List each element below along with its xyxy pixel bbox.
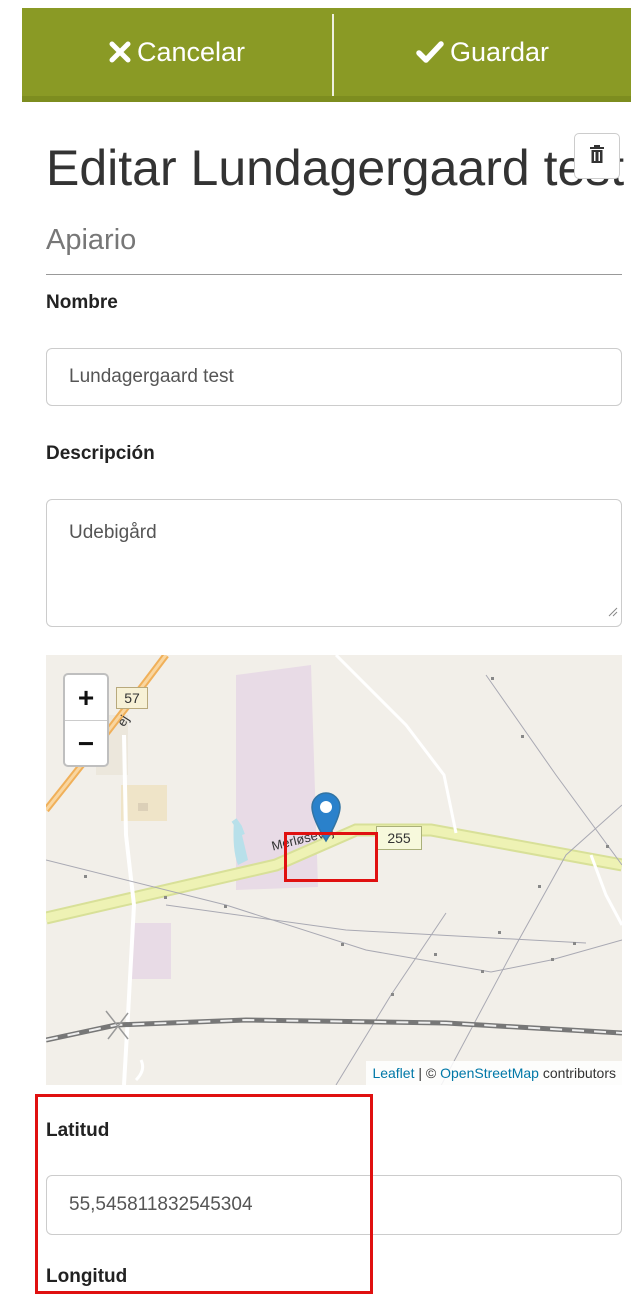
map-attribution: Leaflet | © OpenStreetMap contributors: [366, 1061, 622, 1085]
trash-icon: [589, 144, 605, 169]
description-textarea[interactable]: Udebigård: [46, 499, 622, 627]
save-label: Guardar: [449, 36, 550, 67]
name-input[interactable]: [46, 348, 622, 406]
highlight-box-latitude: [35, 1094, 373, 1294]
highlight-box-marker: [284, 832, 378, 882]
leaflet-link[interactable]: Leaflet: [372, 1065, 414, 1081]
zoom-out-button[interactable]: −: [65, 721, 107, 766]
page-title-text: Editar Lundagergaard test: [46, 140, 625, 196]
openstreetmap-link[interactable]: OpenStreetMap: [440, 1065, 539, 1081]
check-icon: [416, 40, 444, 64]
cancel-button[interactable]: Cancelar: [22, 8, 332, 96]
road-shield-255: 255: [376, 826, 422, 850]
page-title: Editar Lundagergaard test Apiario: [46, 136, 626, 264]
road-shield-255-label: 255: [387, 830, 411, 846]
save-button[interactable]: Guardar: [334, 8, 631, 96]
zoom-in-button[interactable]: +: [65, 675, 107, 721]
title-divider: [46, 274, 622, 275]
description-value: Udebigård: [69, 522, 157, 543]
description-label: Descripción: [46, 443, 155, 464]
zoom-control: + −: [63, 673, 109, 767]
page-subtitle: Apiario: [46, 224, 137, 256]
road-shield-57-label: 57: [124, 690, 140, 706]
attribution-suffix: contributors: [538, 1065, 616, 1081]
name-label: Nombre: [46, 292, 118, 313]
attribution-separator: | ©: [414, 1065, 441, 1081]
x-icon: [109, 41, 131, 63]
resize-handle-icon[interactable]: [608, 601, 618, 623]
road-shield-57: 57: [116, 687, 148, 709]
delete-button[interactable]: [574, 133, 620, 179]
cancel-label: Cancelar: [136, 36, 246, 67]
top-toolbar: Cancelar Guardar: [22, 8, 631, 102]
